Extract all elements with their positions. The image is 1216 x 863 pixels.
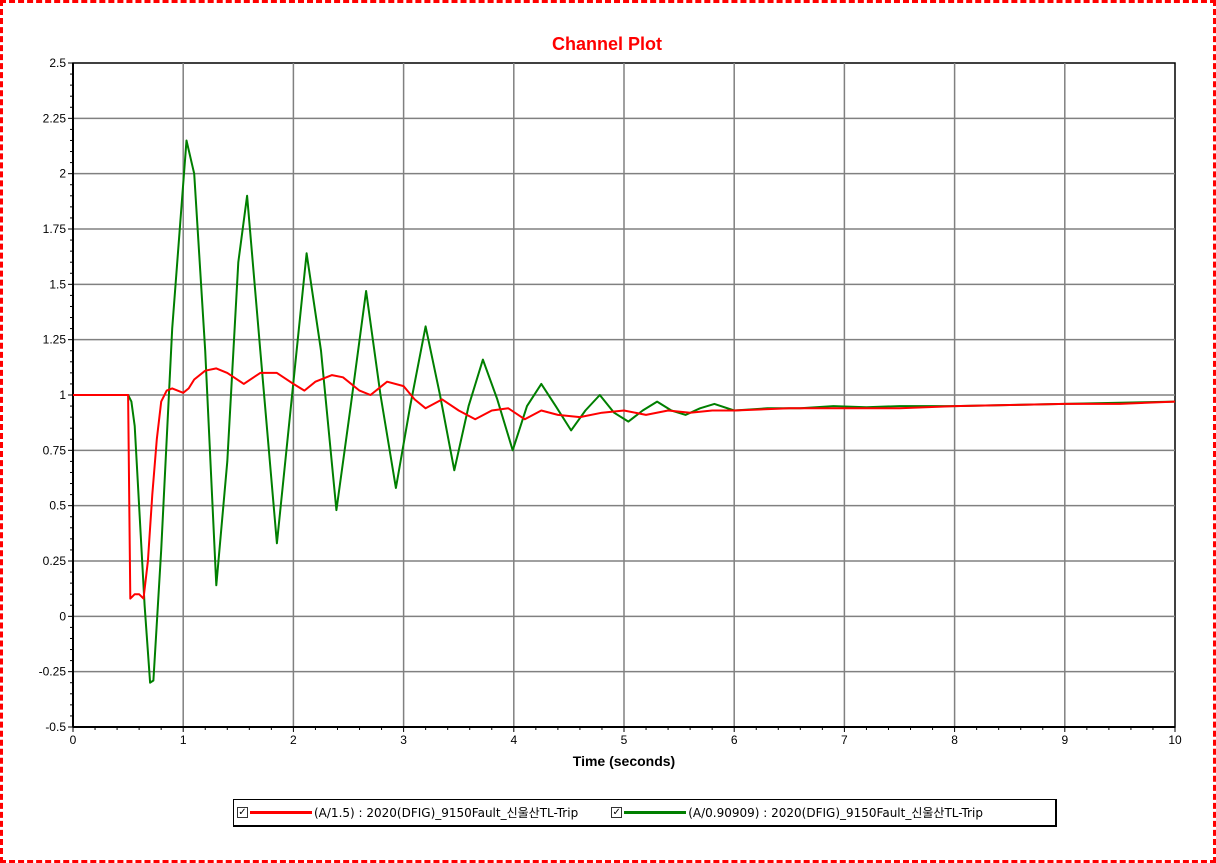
x-tick-label: 6 — [731, 733, 738, 747]
x-tick-label: 3 — [400, 733, 407, 747]
y-tick-label: 0.5 — [49, 499, 66, 513]
legend-entry-series-1[interactable]: ✓ (A/1.5) : 2020(DFIG)_9150Fault_신울산TL-T… — [237, 804, 578, 821]
chart: Channel Plot 0 1 2 3 4 5 6 7 8 9 102.52.2521.751.5… — [39, 34, 1182, 769]
y-tick-label: 1.5 — [49, 277, 66, 291]
y-tick-label: 0.25 — [43, 554, 67, 568]
x-tick-label: 9 — [1061, 733, 1068, 747]
y-tick-label: 1.25 — [43, 333, 67, 347]
legend-swatch-red — [250, 811, 312, 814]
x-tick-label: 4 — [510, 733, 517, 747]
legend-label-series-1: (A/1.5) : 2020(DFIG)_9150Fault_신울산TL-Tri… — [314, 806, 579, 820]
x-tick-label: 5 — [621, 733, 628, 747]
y-tick-label: 2.5 — [49, 56, 66, 70]
chart-title: Channel Plot — [552, 34, 662, 54]
legend-swatch-green — [624, 811, 687, 814]
y-tick-label: 0 — [59, 609, 66, 623]
x-tick-label: 7 — [841, 733, 848, 747]
y-tick-label: 0.75 — [43, 443, 67, 457]
y-tick-label: 2 — [59, 167, 66, 181]
legend-checkbox-series-1[interactable]: ✓ — [237, 807, 248, 818]
y-tick-label: -0.25 — [39, 665, 67, 679]
y-tick-label: -0.5 — [45, 720, 66, 734]
x-tick-label: 8 — [951, 733, 958, 747]
y-tick-label: 1 — [59, 388, 66, 402]
y-tick-label: 2.25 — [43, 111, 67, 125]
x-tick-label: 1 — [180, 733, 187, 747]
legend: ✓ (A/1.5) : 2020(DFIG)_9150Fault_신울산TL-T… — [233, 799, 1057, 827]
x-axis-label: Time (seconds) — [573, 753, 675, 769]
legend-entry-series-2[interactable]: ✓ (A/0.90909) : 2020(DFIG)_9150Fault_신울산… — [611, 804, 983, 821]
x-tick-label: 0 — [70, 733, 77, 747]
legend-checkbox-series-2[interactable]: ✓ — [611, 807, 623, 818]
x-tick-label: 2 — [290, 733, 297, 747]
y-tick-label: 1.75 — [43, 222, 67, 236]
legend-label-series-2: (A/0.90909) : 2020(DFIG)_9150Fault_신울산TL… — [688, 806, 983, 820]
x-tick-label: 10 — [1168, 733, 1182, 747]
